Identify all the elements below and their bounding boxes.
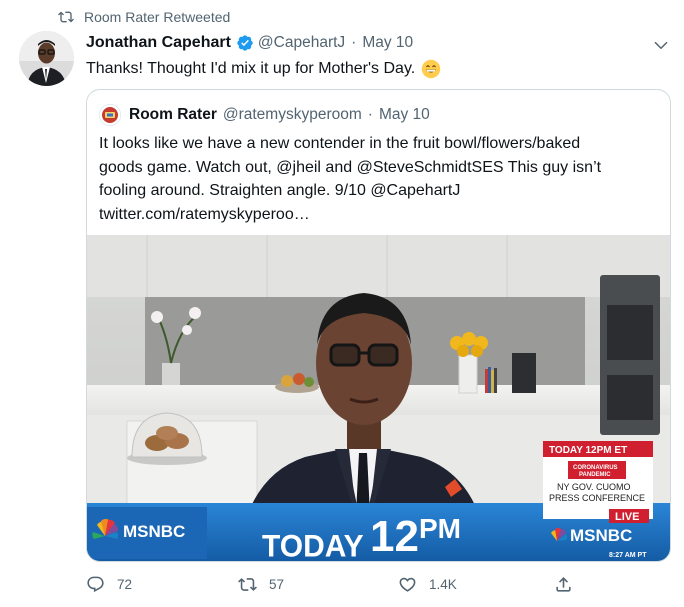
tweet-text: Thanks! Thought I'd mix it up for Mother… xyxy=(86,59,441,79)
box-line-cuomo: NY GOV. CUOMO xyxy=(557,482,631,492)
box-tag-coronavirus: CORONAVIRUS xyxy=(573,465,618,471)
author-avatar[interactable] xyxy=(19,31,74,86)
separator-dot: · xyxy=(351,34,357,51)
retweet-button[interactable]: 57 xyxy=(238,575,284,594)
share-icon xyxy=(556,577,571,592)
tweet-action-bar: 72 57 1.4K xyxy=(86,575,586,601)
box-line-press: PRESS CONFERENCE xyxy=(549,493,645,503)
quoted-author-avatar[interactable] xyxy=(99,104,121,126)
verified-badge-icon xyxy=(237,35,253,51)
tweet-body: Thanks! Thought I'd mix it up for Mother… xyxy=(86,60,416,77)
retweet-count: 57 xyxy=(269,577,285,592)
box-header: TODAY 12PM ET xyxy=(549,445,627,456)
corner-network-logo: MSNBC xyxy=(570,526,632,545)
reply-icon xyxy=(87,576,104,593)
tweet-date[interactable]: May 10 xyxy=(362,34,413,52)
separator-dot: · xyxy=(367,106,373,123)
reply-count: 72 xyxy=(117,577,133,592)
box-tag-pandemic: PANDEMIC xyxy=(579,472,611,478)
retweet-icon xyxy=(58,11,74,23)
banner-time-pm: PM xyxy=(419,513,461,544)
grinning-face-emoji-icon xyxy=(422,59,441,79)
quoted-author-name[interactable]: Room Rater xyxy=(129,106,217,124)
heart-icon xyxy=(399,577,416,592)
quoted-tweet-date[interactable]: May 10 xyxy=(379,106,430,124)
banner-today-label: TODAY xyxy=(262,528,364,562)
author-handle[interactable]: @CapehartJ xyxy=(258,34,345,52)
author-name[interactable]: Jonathan Capehart xyxy=(86,34,231,52)
retweet-icon xyxy=(238,578,257,591)
live-badge: LIVE xyxy=(615,511,639,523)
like-button[interactable]: 1.4K xyxy=(398,575,457,594)
share-button[interactable] xyxy=(554,575,573,594)
chevron-down-icon[interactable] xyxy=(652,36,670,54)
tweet-header: Jonathan Capehart @CapehartJ · May 10 xyxy=(86,34,413,52)
banner-network-logo: MSNBC xyxy=(123,522,185,541)
banner-time-hour: 12 xyxy=(370,512,419,561)
quoted-tweet-video-still[interactable]: MSNBC TODAY 12 PM TODAY 12PM ET CORONAVI… xyxy=(87,235,670,562)
retweet-context[interactable]: Room Rater Retweeted xyxy=(58,9,230,25)
corner-clock: 8:27 AM PT xyxy=(609,552,647,559)
quoted-author-handle[interactable]: @ratemyskyperoom xyxy=(223,106,362,124)
reply-button[interactable]: 72 xyxy=(86,575,132,594)
retweet-label: Room Rater Retweeted xyxy=(84,9,231,25)
quoted-tweet-text: It looks like we have a new contender in… xyxy=(99,135,602,223)
quoted-tweet-header: Room Rater @ratemyskyperoom · May 10 xyxy=(99,104,430,126)
like-count: 1.4K xyxy=(429,577,457,592)
quoted-tweet-card[interactable]: Room Rater @ratemyskyperoom · May 10 It … xyxy=(86,89,671,562)
